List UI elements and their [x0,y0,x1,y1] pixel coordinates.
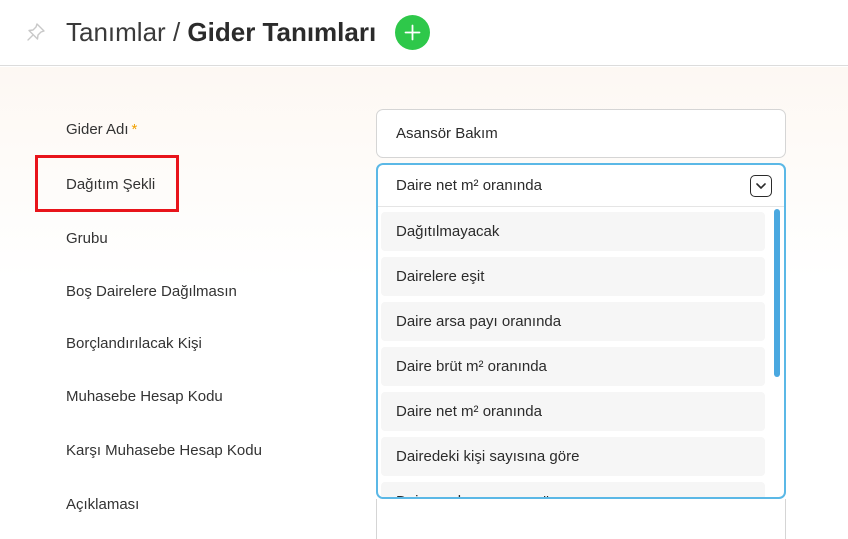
distribution-select-value[interactable]: Daire net m² oranında [378,165,784,207]
options-scrollbar[interactable] [774,209,780,377]
required-mark: * [131,121,138,138]
option-item[interactable]: Daire arsa payı oranında [381,302,765,341]
expense-name-label: Gider Adı * [66,121,137,138]
group-label: Grubu [66,230,108,247]
debtor-label: Borçlandırılacak Kişi [66,335,202,352]
page-header: Tanımlar / Gider Tanımları [0,0,848,66]
account-code-label: Muhasebe Hesap Kodu [66,388,223,405]
plus-icon [404,24,421,41]
skip-empty-label: Boş Dairelere Dağılmasın [66,283,237,300]
chevron-down-icon[interactable] [750,175,772,197]
option-item[interactable]: Daire brüt m² oranında [381,347,765,386]
add-expense-button[interactable] [395,15,430,50]
description-textarea[interactable] [376,499,786,539]
breadcrumb-separator: / [172,17,181,47]
counter-account-code-label: Karşı Muhasebe Hesap Kodu [66,442,262,459]
option-item[interactable]: Daire grubu oranına göre [381,482,765,497]
breadcrumb-parent[interactable]: Tanımlar [66,17,166,47]
distribution-label: Dağıtım Şekli [66,176,156,193]
distribution-select[interactable]: Daire net m² oranında Dağıtılmayacak Dai… [376,163,786,499]
option-item[interactable]: Dairelere eşit [381,257,765,296]
distribution-selected-text: Daire net m² oranında [396,177,542,194]
pin-icon[interactable] [24,20,48,44]
breadcrumb-current: Gider Tanımları [187,17,377,47]
page-title: Tanımlar / Gider Tanımları [66,14,376,50]
option-item[interactable]: Dağıtılmayacak [381,212,765,251]
description-label: Açıklaması [66,496,140,513]
option-item[interactable]: Daire net m² oranında [381,392,765,431]
distribution-options-list: Dağıtılmayacak Dairelere eşit Daire arsa… [381,208,767,497]
option-item[interactable]: Dairedeki kişi sayısına göre [381,437,765,476]
expense-name-value: Asansör Bakım [396,125,498,142]
expense-name-label-text: Gider Adı [66,121,129,138]
expense-name-input[interactable]: Asansör Bakım [376,109,786,158]
